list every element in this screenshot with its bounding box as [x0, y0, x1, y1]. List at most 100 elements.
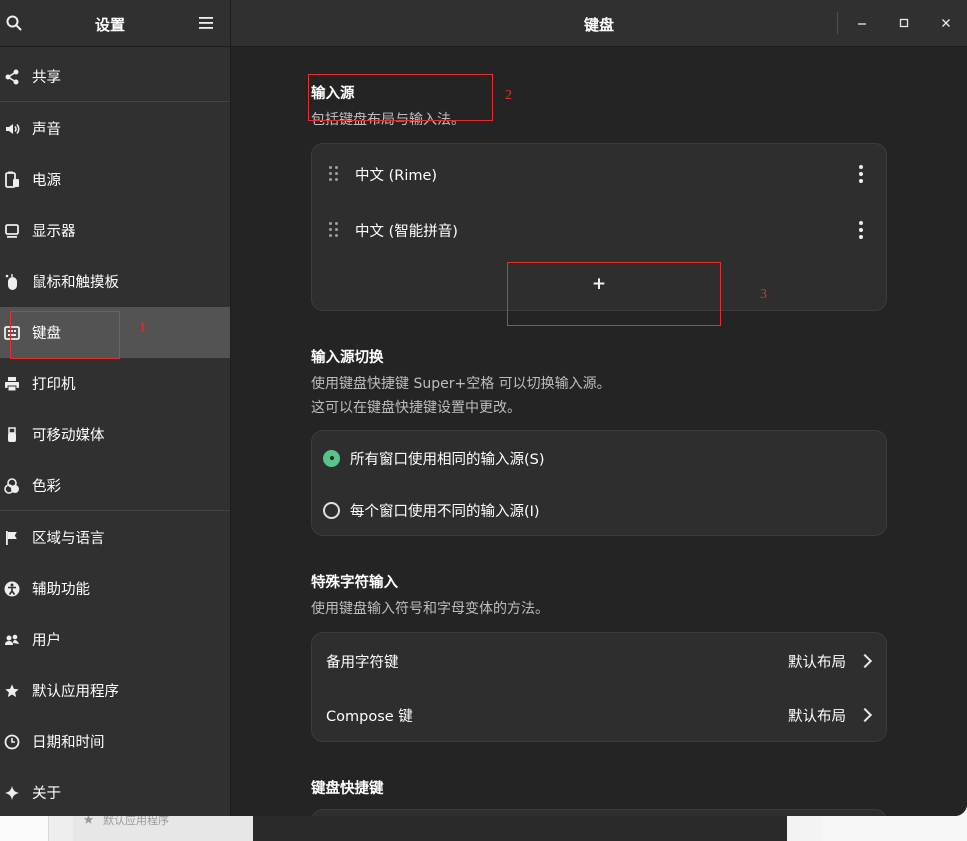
users-icon: [5, 634, 19, 645]
chevron-right-icon: [857, 653, 873, 669]
radio-button-selected[interactable]: [323, 449, 340, 467]
sidebar-item-label: 电源: [32, 173, 61, 189]
close-button[interactable]: [932, 9, 960, 37]
alternate-characters-key-row[interactable]: 备用字符键 默认布局: [312, 635, 886, 687]
sidebar-item-date-time[interactable]: 日期和时间: [0, 716, 230, 767]
sidebar-item-color[interactable]: 色彩: [0, 460, 230, 511]
star-icon: [5, 683, 19, 697]
sidebar-item-sound[interactable]: 声音: [0, 103, 230, 154]
sparkle-icon: [5, 785, 19, 800]
sidebar-item-label: 共享: [32, 70, 61, 86]
radio-option-different[interactable]: 每个窗口使用不同的输入源(I): [312, 485, 886, 535]
sidebar-item-printers[interactable]: 打印机: [0, 358, 230, 409]
color-icon: [4, 477, 19, 494]
sidebar-item-removable-media[interactable]: 可移动媒体: [0, 409, 230, 460]
sidebar-divider: [0, 510, 230, 511]
sidebar-item-about[interactable]: 关于: [0, 767, 230, 816]
sidebar-item-default-apps[interactable]: 默认应用程序: [0, 665, 230, 716]
sidebar-item-label: 显示器: [32, 224, 76, 240]
settings-window: 设置 共享 声音 电源 显示器 鼠标和触摸板 键盘 打印机 可移动媒体 色彩 区…: [0, 0, 967, 816]
input-source-label: 中文 (Rime): [355, 167, 438, 184]
clock-icon: [4, 734, 20, 749]
sidebar-item-label: 可移动媒体: [32, 428, 105, 444]
sidebar-title: 设置: [94, 16, 125, 34]
hamburger-icon: [199, 17, 213, 29]
more-options-icon[interactable]: [854, 165, 868, 183]
sidebar-item-label: 声音: [32, 122, 61, 138]
desktop-background: 默认应用程序: [0, 814, 967, 841]
maximize-button[interactable]: [890, 9, 918, 37]
sidebar-item-accessibility[interactable]: 辅助功能: [0, 563, 230, 614]
sidebar: 设置 共享 声音 电源 显示器 鼠标和触摸板 键盘 打印机 可移动媒体 色彩 区…: [0, 0, 231, 816]
input-source-label: 中文 (智能拼音): [355, 223, 458, 240]
accessibility-icon: [4, 581, 20, 596]
row-value: 默认布局: [788, 708, 846, 725]
drag-handle-icon[interactable]: [329, 222, 339, 238]
speaker-icon: [6, 123, 20, 134]
more-options-icon[interactable]: [854, 221, 868, 239]
keyboard-shortcuts-title: 键盘快捷键: [311, 781, 384, 797]
sidebar-item-power[interactable]: 电源: [0, 154, 230, 205]
special-chars-title: 特殊字符输入: [311, 575, 398, 591]
sidebar-item-label: 区域与语言: [32, 531, 105, 547]
header-bar: 键盘: [231, 0, 967, 47]
special-chars-desc: 使用键盘输入符号和字母变体的方法。: [311, 601, 549, 617]
share-icon: [5, 69, 19, 84]
main-menu-button[interactable]: [196, 13, 216, 33]
usb-icon: [8, 426, 16, 442]
radio-option-same[interactable]: 所有窗口使用相同的输入源(S): [312, 433, 886, 483]
sidebar-item-displays[interactable]: 显示器: [0, 205, 230, 256]
power-icon: [5, 171, 19, 188]
maximize-icon: [899, 18, 909, 28]
minimize-button[interactable]: [848, 9, 876, 37]
background-panel: [48, 815, 74, 841]
minimize-icon: [858, 23, 866, 25]
keyboard-shortcuts-card: [311, 809, 887, 816]
mouse-icon: [5, 273, 17, 290]
switching-options-card: 所有窗口使用相同的输入源(S) 每个窗口使用不同的输入源(I): [311, 430, 887, 536]
annotation-number: 1: [139, 320, 146, 335]
radio-option-label: 所有窗口使用相同的输入源(S): [350, 451, 545, 468]
annotation-box-2: [308, 74, 493, 121]
sidebar-item-sharing[interactable]: 共享: [0, 51, 230, 102]
sidebar-item-label: 关于: [32, 786, 61, 802]
background-panel: [822, 815, 967, 841]
flag-icon: [6, 530, 17, 545]
display-icon: [5, 223, 19, 238]
background-panel: [0, 815, 48, 841]
drag-handle-icon[interactable]: [329, 166, 339, 182]
radio-button[interactable]: [323, 501, 340, 519]
compose-key-row[interactable]: Compose 键 默认布局: [312, 689, 886, 741]
sidebar-item-region-language[interactable]: 区域与语言: [0, 512, 230, 563]
input-source-row[interactable]: 中文 (Rime): [312, 149, 886, 199]
annotation-number: 3: [760, 287, 767, 302]
sidebar-item-label: 色彩: [32, 479, 61, 495]
annotation-box-3: [507, 262, 721, 326]
switching-desc: 使用键盘快捷键 Super+空格 可以切换输入源。: [311, 376, 611, 392]
sidebar-item-label: 默认应用程序: [32, 684, 119, 700]
row-value: 默认布局: [788, 654, 846, 671]
row-label: Compose 键: [326, 708, 413, 725]
sidebar-item-users[interactable]: 用户: [0, 614, 230, 665]
sidebar-divider: [0, 101, 230, 102]
sidebar-item-label: 鼠标和触摸板: [32, 275, 119, 291]
row-label: 备用字符键: [326, 654, 399, 671]
sidebar-item-mouse[interactable]: 鼠标和触摸板: [0, 256, 230, 307]
close-icon: [942, 19, 950, 27]
background-panel: 默认应用程序: [73, 814, 253, 841]
switching-desc: 这可以在键盘快捷键设置中更改。: [311, 400, 521, 416]
switching-title: 输入源切换: [311, 350, 384, 366]
special-chars-card: 备用字符键 默认布局 Compose 键 默认布局: [311, 632, 887, 742]
annotation-number: 2: [505, 88, 512, 103]
header-divider: [837, 12, 838, 34]
sidebar-item-label: 日期和时间: [32, 735, 105, 751]
sidebar-item-label: 用户: [32, 633, 61, 649]
sidebar-item-label: 辅助功能: [32, 582, 90, 598]
background-panel: [787, 815, 822, 841]
printer-icon: [5, 376, 19, 391]
chevron-right-icon: [857, 707, 873, 723]
background-window: [253, 815, 787, 841]
input-source-row[interactable]: 中文 (智能拼音): [312, 205, 886, 255]
radio-option-label: 每个窗口使用不同的输入源(I): [350, 503, 540, 520]
sidebar-item-label: 打印机: [32, 377, 76, 393]
